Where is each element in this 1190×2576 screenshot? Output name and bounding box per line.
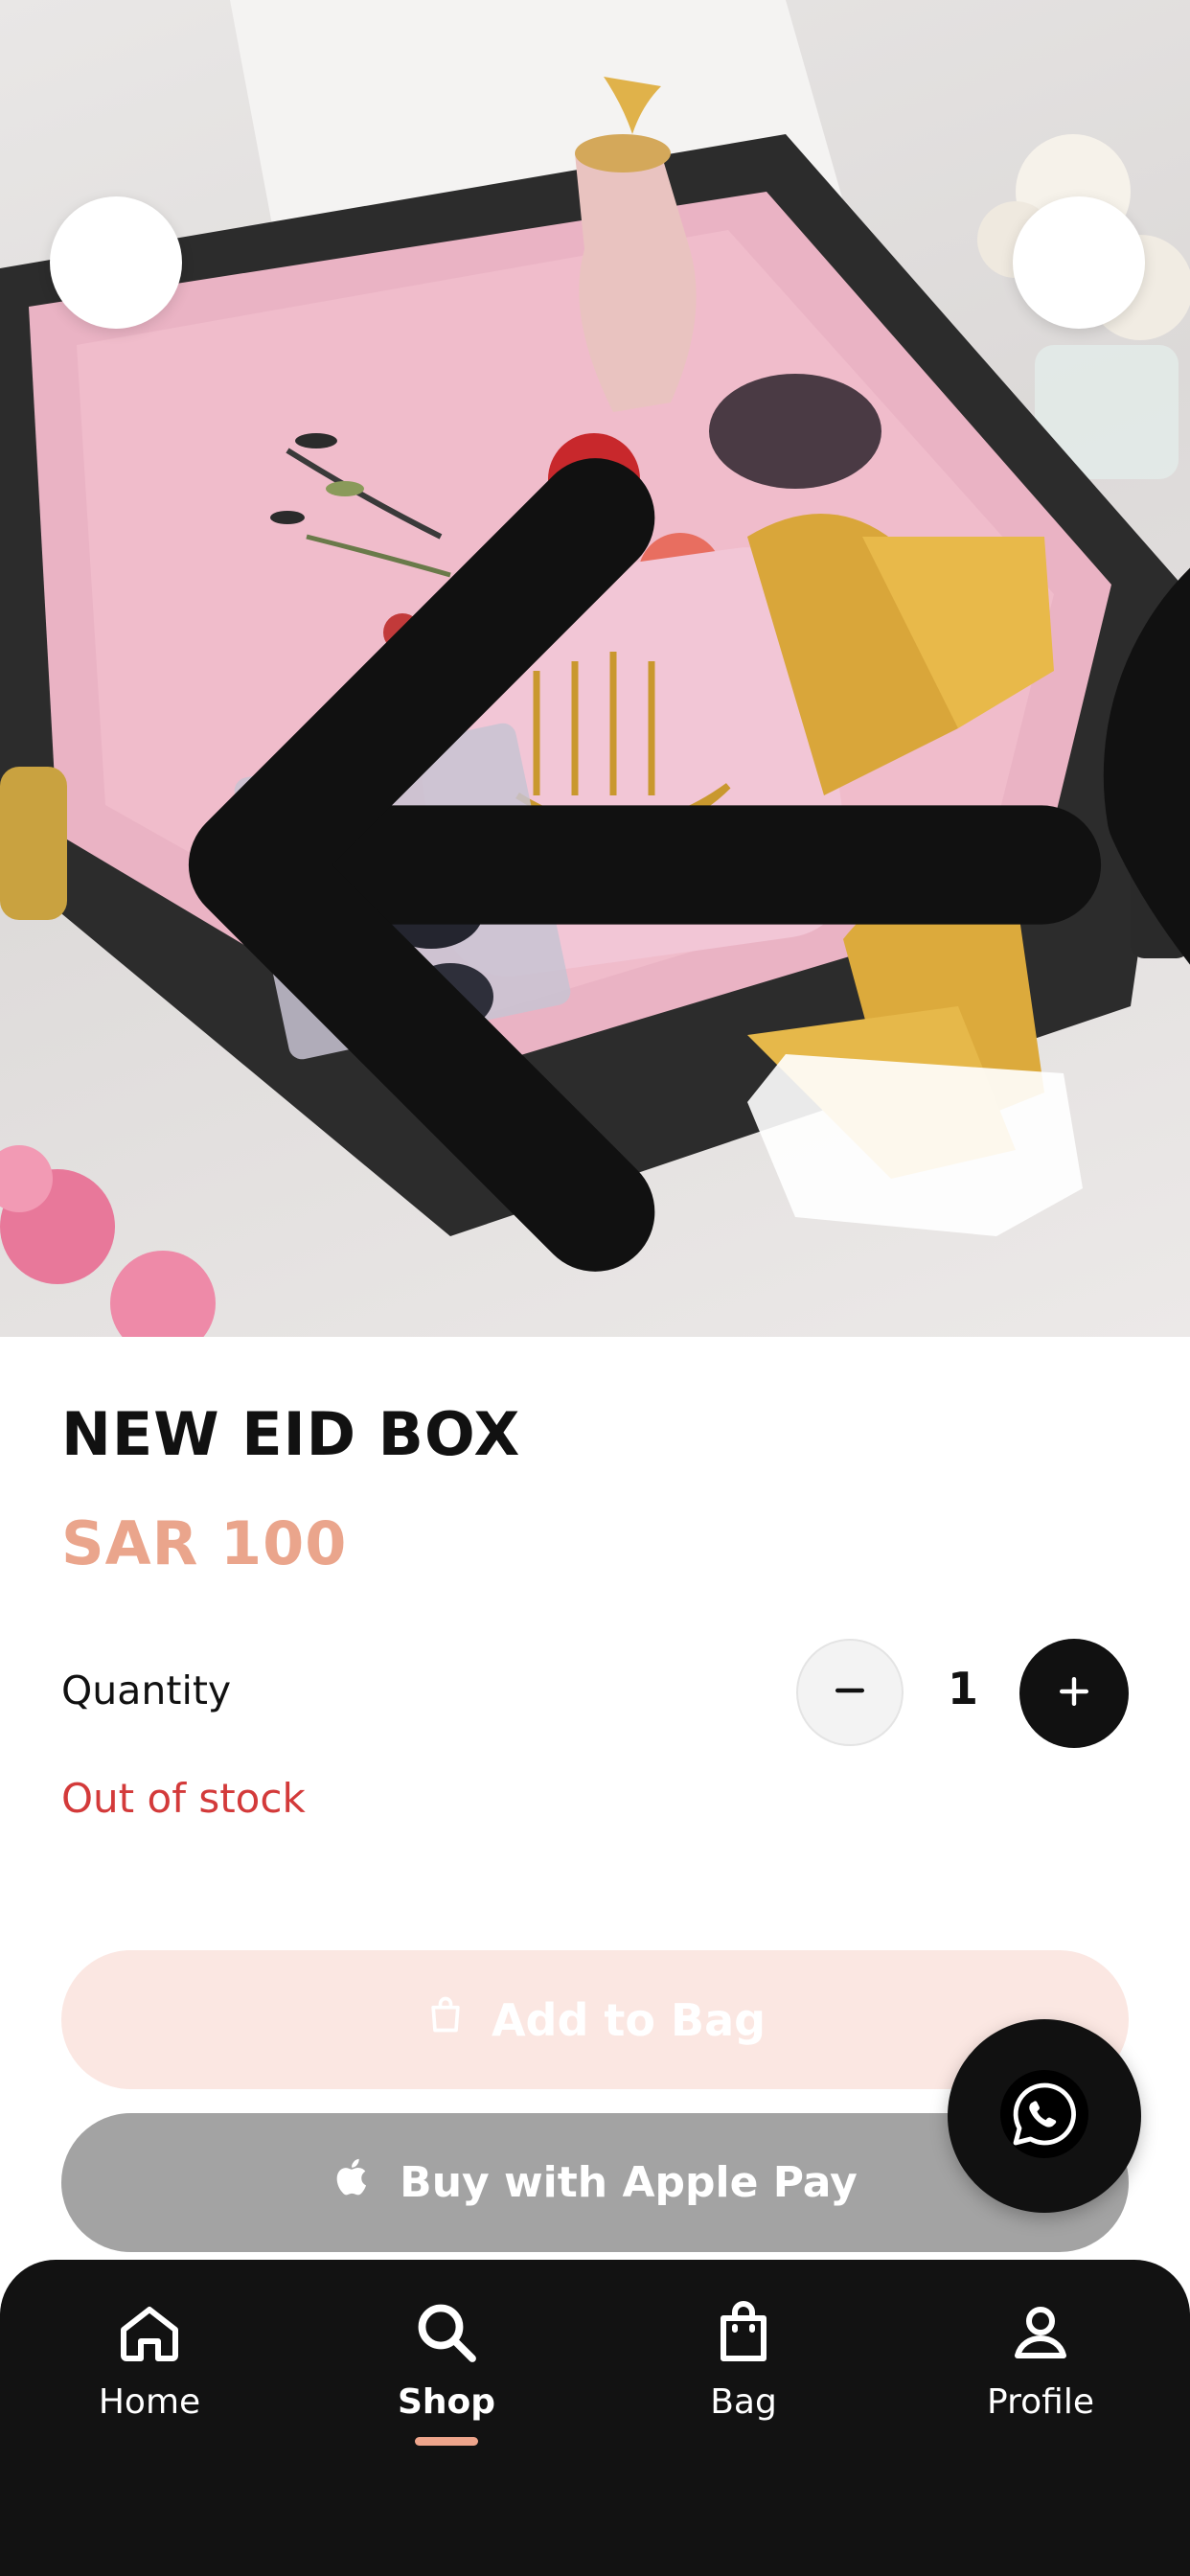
profile-icon — [1006, 2298, 1075, 2371]
decrease-quantity-button[interactable] — [796, 1639, 904, 1746]
whatsapp-chat-button[interactable] — [948, 2019, 1141, 2213]
nav-label-shop: Shop — [397, 2382, 496, 2422]
home-icon — [115, 2298, 184, 2371]
apple-pay-label: Buy with Apple Pay — [400, 2158, 858, 2207]
nav-label-bag: Bag — [710, 2382, 777, 2422]
quantity-label: Quantity — [61, 1668, 232, 1714]
product-title: NEW EID BOX — [61, 1399, 521, 1469]
nav-item-bag[interactable]: Bag — [629, 2298, 858, 2422]
apple-icon — [332, 2154, 375, 2211]
product-detail-screen: NEW EID BOX SAR 100 Quantity 1 Out of st… — [0, 0, 1190, 2576]
search-icon — [412, 2298, 481, 2371]
nav-item-home[interactable]: Home — [34, 2298, 264, 2422]
nav-label-profile: Profile — [987, 2382, 1094, 2422]
bag-icon — [709, 2298, 778, 2371]
nav-item-shop[interactable]: Shop — [332, 2298, 561, 2446]
active-tab-indicator — [415, 2437, 478, 2446]
quantity-value: 1 — [947, 1663, 978, 1714]
bag-icon — [424, 1993, 467, 2046]
minus-icon — [829, 1669, 871, 1715]
whatsapp-icon — [998, 2068, 1090, 2164]
stock-status: Out of stock — [61, 1775, 306, 1822]
add-to-bag-label: Add to Bag — [491, 1993, 767, 2046]
bottom-navigation: Home Shop Bag Profile — [0, 2260, 1190, 2576]
favorite-button[interactable] — [1013, 196, 1190, 965]
increase-quantity-button[interactable] — [1019, 1639, 1129, 1748]
product-price: SAR 100 — [61, 1508, 348, 1578]
nav-label-home: Home — [98, 2382, 201, 2422]
product-image — [0, 0, 1190, 1337]
back-button[interactable] — [50, 196, 1102, 1272]
plus-icon — [1053, 1670, 1095, 1716]
nav-item-profile[interactable]: Profile — [926, 2298, 1156, 2422]
